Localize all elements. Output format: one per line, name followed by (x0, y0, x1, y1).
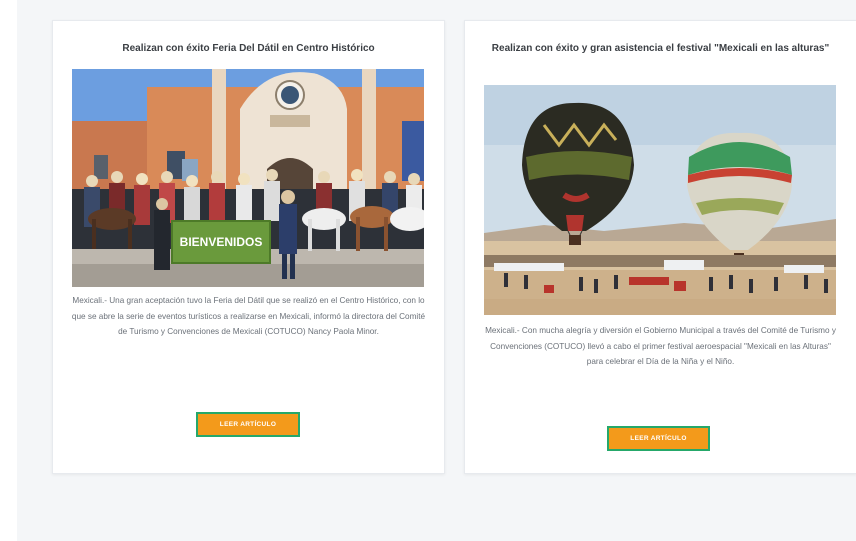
article-excerpt: Mexicali.- Con mucha alegría y diversión… (485, 326, 836, 366)
article-card: Realizan con éxito y gran asistencia el … (464, 20, 856, 474)
article-title[interactable]: Realizan con éxito y gran asistencia el … (479, 41, 842, 57)
article-image[interactable]: BIENVENIDOS (72, 69, 424, 287)
article-title[interactable]: Realizan con éxito Feria Del Dátil en Ce… (67, 41, 430, 57)
read-article-button[interactable]: LEER ARTÍCULO (196, 412, 300, 437)
article-excerpt: Mexicali.- Una gran aceptación tuvo la F… (71, 296, 426, 336)
article-card: Realizan con éxito Feria Del Dátil en Ce… (52, 20, 445, 474)
banner-text: BIENVENIDOS (180, 235, 263, 249)
read-article-button[interactable]: LEER ARTÍCULO (607, 426, 710, 451)
article-image[interactable] (484, 85, 836, 315)
